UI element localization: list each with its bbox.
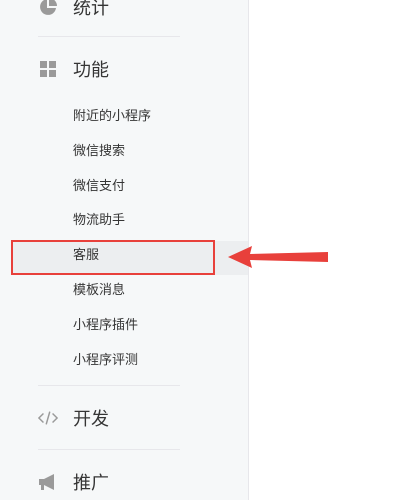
section-stats-label: 统计 — [73, 0, 109, 19]
section-stats[interactable]: 统计 — [38, 0, 109, 22]
pie-chart-icon — [38, 0, 58, 17]
sidebar-item-nearby-miniprogram[interactable]: 附近的小程序 — [73, 106, 151, 128]
sidebar-item-miniprogram-review[interactable]: 小程序评测 — [73, 350, 138, 372]
sidebar-item-miniprogram-plugin[interactable]: 小程序插件 — [73, 315, 138, 337]
section-promote[interactable]: 推广 — [38, 467, 109, 497]
section-features[interactable]: 功能 — [38, 54, 109, 84]
sidebar-item-wechat-pay[interactable]: 微信支付 — [73, 176, 125, 198]
grid-icon — [38, 59, 58, 79]
sidebar-item-wechat-search[interactable]: 微信搜索 — [73, 141, 125, 163]
sidebar-item-template-message[interactable]: 模板消息 — [73, 280, 125, 302]
highlight-box — [11, 240, 215, 275]
section-promote-label: 推广 — [73, 473, 109, 494]
sidebar-item-logistics-assistant[interactable]: 物流助手 — [73, 210, 125, 232]
section-develop[interactable]: 开发 — [38, 403, 109, 433]
megaphone-icon — [38, 472, 58, 492]
section-features-label: 功能 — [73, 60, 109, 81]
code-icon — [38, 408, 58, 428]
section-develop-label: 开发 — [73, 409, 109, 430]
divider — [38, 385, 180, 386]
divider — [38, 449, 180, 450]
divider — [38, 36, 180, 37]
red-arrow-left-icon — [228, 246, 328, 268]
